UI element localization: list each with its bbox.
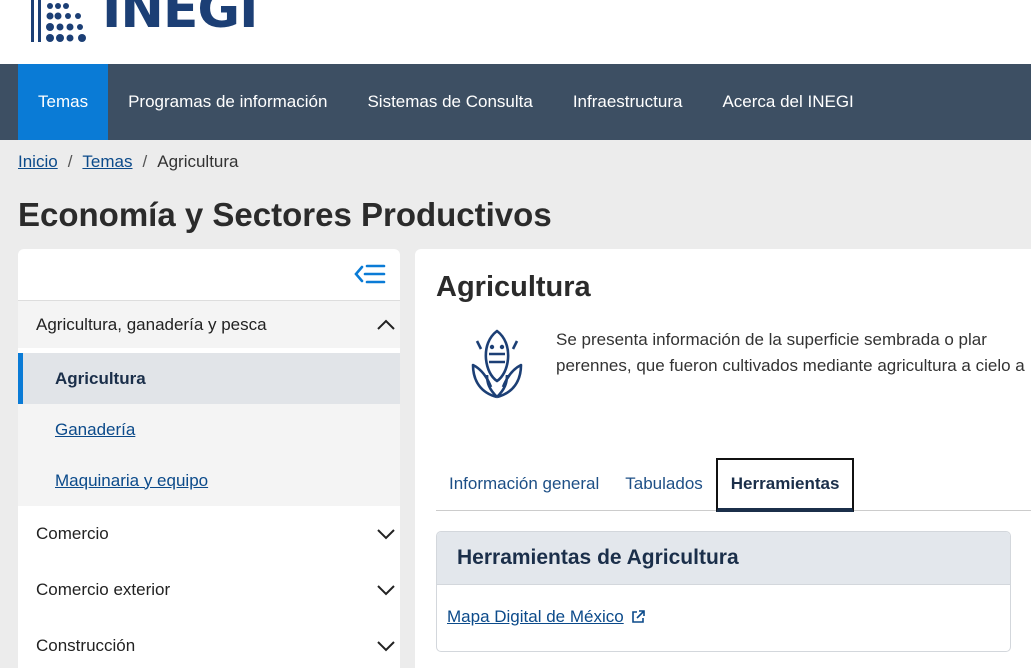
sidebar-submenu: Agricultura Ganadería Maquinaria y equip… [18,353,400,506]
sidebar-item-maquinaria: Maquinaria y equipo [18,455,400,506]
nav-item-temas[interactable]: Temas [18,64,109,140]
chevron-down-icon [377,585,395,596]
tab-tabulados[interactable]: Tabulados [612,458,716,510]
tools-panel: Herramientas de Agricultura Mapa Digital… [436,531,1011,652]
external-link-icon [631,610,645,623]
chevron-up-icon [377,319,395,330]
nav-item-programas[interactable]: Programas de información [108,64,347,140]
sidebar-link-ganaderia[interactable]: Ganadería [55,420,135,440]
page-title: Economía y Sectores Productivos [18,196,552,233]
content-tabs: Información general Tabulados Herramient… [436,458,1031,512]
inegi-logo[interactable]: INEGI [28,0,257,44]
nav-item-sistemas[interactable]: Sistemas de Consulta [347,64,552,140]
main-nav: Temas Programas de información Sistemas … [0,64,1031,140]
tab-herramientas[interactable]: Herramientas [715,458,855,512]
sidebar-group-comercio-exterior[interactable]: Comercio exterior [18,562,400,618]
sidebar-group-label: Comercio exterior [36,580,171,599]
topic-description: Se presenta información de la superficie… [556,327,1031,379]
sidebar-group-label: Agricultura, ganadería y pesca [36,314,267,334]
nav-item-infraestructura[interactable]: Infraestructura [553,64,703,140]
sidebar-group-label: Construcción [36,636,136,655]
breadcrumb-current: Agricultura [157,152,239,171]
sidebar: Agricultura, ganadería y pesca Agricultu… [18,249,400,668]
breadcrumb-separator: / [142,152,148,171]
mapa-digital-link[interactable]: Mapa Digital de México [447,607,646,627]
breadcrumb-home-link[interactable]: Inicio [18,152,58,172]
section-title: Agricultura [436,271,591,303]
site-header: INEGI [0,0,1031,64]
chevron-down-icon [377,529,395,540]
sidebar-item-ganaderia: Ganadería [18,404,400,455]
tools-panel-title: Herramientas de Agricultura [437,532,1010,585]
breadcrumb-temas-link[interactable]: Temas [82,152,132,172]
description-line: Se presenta información de la superficie… [556,330,987,349]
sidebar-header [18,249,400,301]
sidebar-group-construccion[interactable]: Construcción [18,618,400,668]
sidebar-item-label: Agricultura [55,368,146,388]
sidebar-item-agricultura[interactable]: Agricultura [18,353,400,404]
description-line: perennes, que fueron cultivados mediante… [556,356,1025,375]
sidebar-link-maquinaria[interactable]: Maquinaria y equipo [55,471,208,491]
main-content: Agricultura Se presenta información de l… [415,249,1031,668]
tools-panel-body: Mapa Digital de México [437,585,1010,649]
sidebar-group-agricultura-ganaderia-pesca[interactable]: Agricultura, ganadería y pesca [18,301,400,348]
tab-informacion-general[interactable]: Información general [436,458,612,510]
logo-text: INEGI [102,0,258,40]
sidebar-group-comercio[interactable]: Comercio [18,506,400,562]
nav-item-acerca[interactable]: Acerca del INEGI [702,64,873,140]
mapa-digital-link-label: Mapa Digital de México [447,607,624,626]
collapse-menu-icon[interactable] [354,261,386,287]
corn-icon [471,329,523,399]
breadcrumb-separator: / [67,152,73,171]
sidebar-group-label: Comercio [36,524,109,543]
chevron-down-icon [377,641,395,652]
breadcrumb: Inicio / Temas / Agricultura [18,152,239,172]
logo-dots-icon [31,0,86,42]
